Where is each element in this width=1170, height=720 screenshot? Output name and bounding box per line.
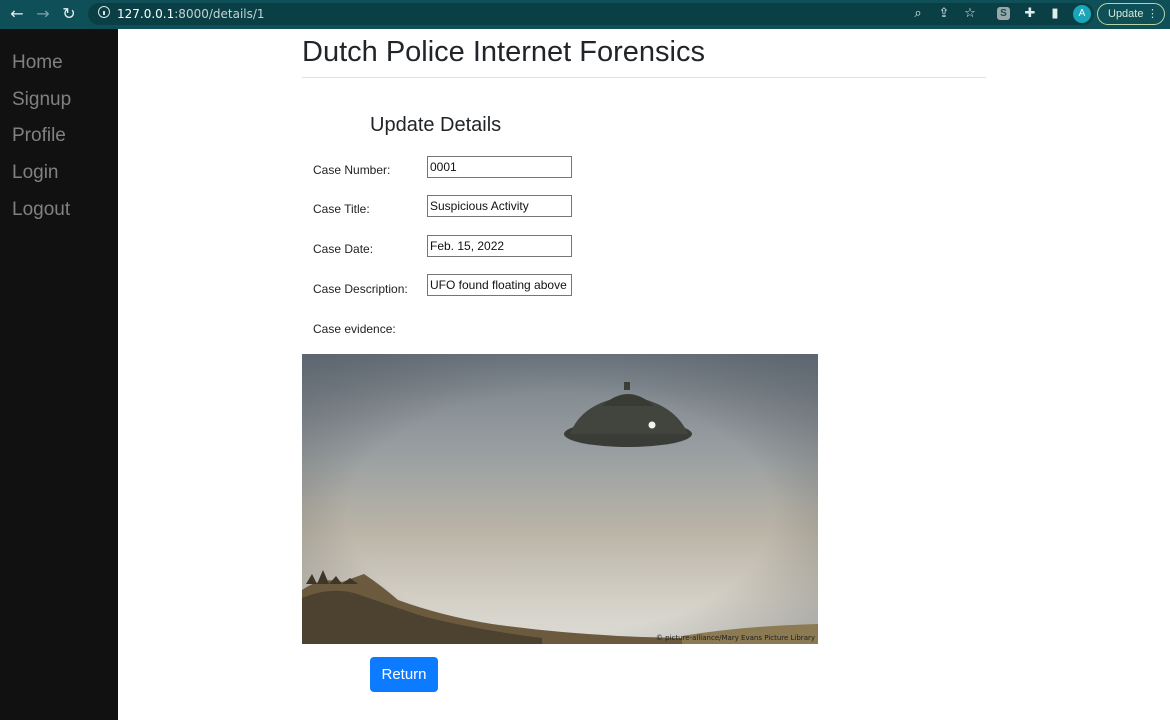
section-title: Update Details — [370, 114, 502, 136]
forward-arrow-icon[interactable]: → — [32, 4, 54, 24]
case-date-label: Case Date: — [313, 242, 374, 256]
page-title: Dutch Police Internet Forensics — [302, 36, 705, 68]
profile-avatar[interactable]: A — [1073, 5, 1091, 23]
title-divider — [302, 77, 986, 78]
return-button[interactable]: Return — [370, 657, 438, 692]
bookmark-star-icon[interactable]: ☆ — [962, 6, 978, 22]
case-title-label: Case Title: — [313, 202, 370, 216]
case-title-input[interactable] — [427, 195, 572, 217]
case-number-input[interactable] — [427, 156, 572, 178]
extensions-puzzle-icon[interactable]: ✚ — [1022, 6, 1038, 22]
share-icon[interactable]: ⇪ — [936, 6, 952, 22]
back-arrow-icon[interactable]: ← — [6, 4, 28, 24]
sidebar-item-profile[interactable]: Profile — [12, 125, 66, 147]
update-label: Update — [1108, 8, 1144, 20]
browser-update-button[interactable]: Update ⋮ — [1097, 3, 1165, 25]
extension-icon[interactable]: S — [997, 7, 1010, 20]
sidebar: Home Signup Profile Login Logout — [0, 29, 118, 720]
sidebar-item-signup[interactable]: Signup — [12, 89, 71, 111]
reload-icon[interactable]: ↻ — [58, 4, 80, 24]
zoom-icon[interactable]: ⌕ — [910, 6, 926, 22]
case-description-label: Case Description: — [313, 282, 408, 296]
case-description-input[interactable] — [427, 274, 572, 296]
site-info-icon[interactable] — [98, 6, 110, 18]
case-date-input[interactable] — [427, 235, 572, 257]
address-url[interactable]: 127.0.0.1:8000/details/1 — [117, 7, 265, 21]
case-number-label: Case Number: — [313, 163, 391, 177]
sidebar-item-login[interactable]: Login — [12, 162, 59, 184]
side-panel-icon[interactable]: ▮ — [1047, 6, 1063, 22]
case-evidence-label: Case evidence: — [313, 322, 396, 336]
kebab-menu-icon[interactable]: ⋮ — [1147, 4, 1158, 24]
sidebar-item-home[interactable]: Home — [12, 52, 63, 74]
evidence-image: © picture-alliance/Mary Evans Picture Li… — [302, 354, 818, 644]
ufo-photo — [302, 354, 818, 644]
photo-credit: © picture-alliance/Mary Evans Picture Li… — [655, 634, 815, 642]
sidebar-item-logout[interactable]: Logout — [12, 199, 70, 221]
browser-toolbar: ← → ↻ 127.0.0.1:8000/details/1 ⌕ ⇪ ☆ S ✚… — [0, 0, 1170, 29]
